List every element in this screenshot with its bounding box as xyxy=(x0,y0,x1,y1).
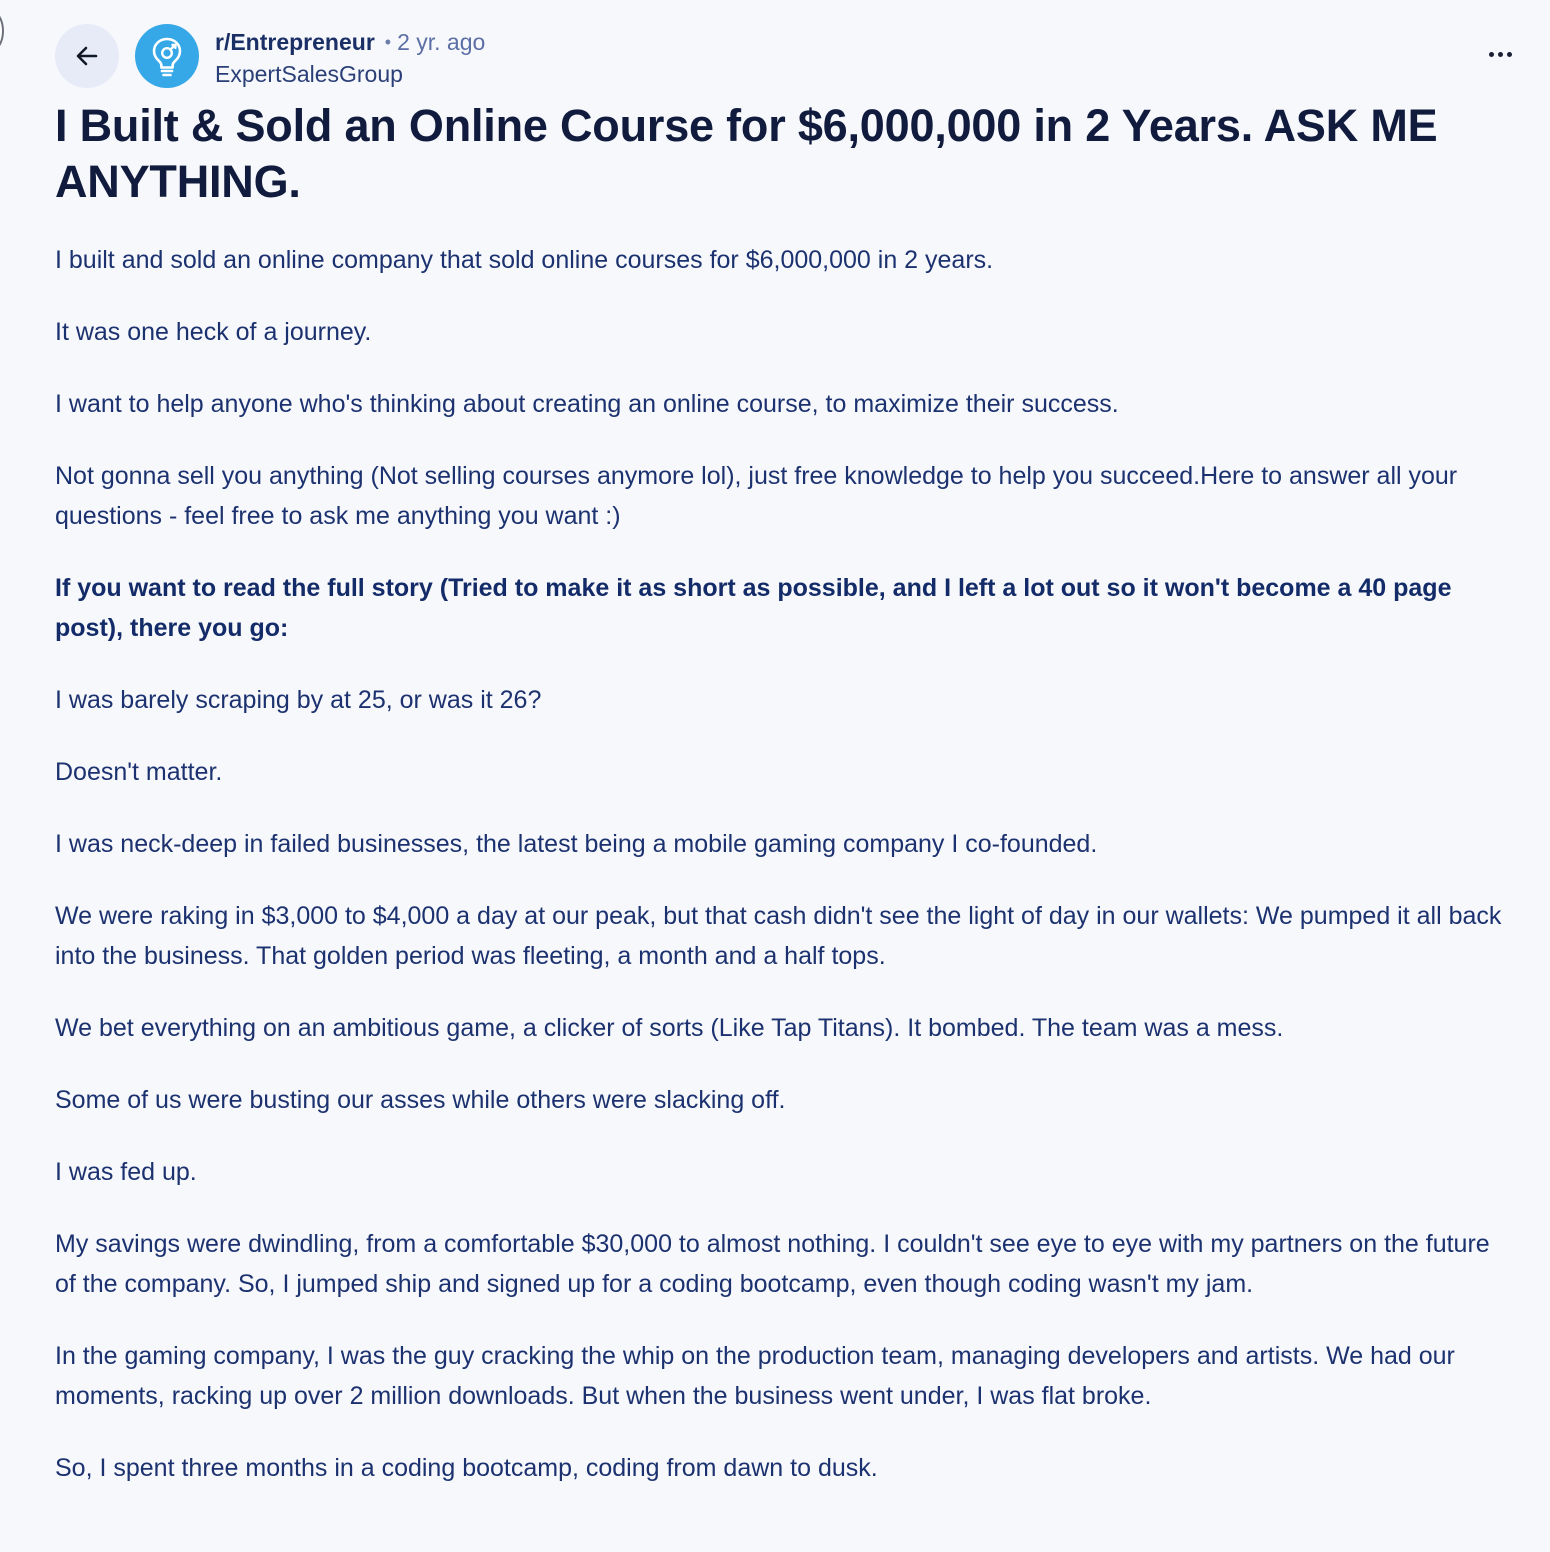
post-paragraph: Doesn't matter. xyxy=(55,758,223,786)
meta-top-line: r/Entrepreneur • 2 yr. ago xyxy=(215,26,915,58)
post-paragraph: So, I spent three months in a coding boo… xyxy=(55,1454,878,1482)
author-link[interactable]: ExpertSalesGroup xyxy=(215,61,403,88)
subreddit-link[interactable]: r/Entrepreneur xyxy=(215,29,375,56)
lightbulb-icon xyxy=(152,37,182,77)
post-meta: r/Entrepreneur • 2 yr. ago ExpertSalesGr… xyxy=(215,26,915,92)
post-paragraph-bold: If you want to read the full story (Trie… xyxy=(55,574,1452,642)
post-paragraph: I was barely scraping by at 25, or was i… xyxy=(55,686,542,714)
post-paragraph: We bet everything on an ambitious game, … xyxy=(55,1014,1284,1042)
meta-author-line: ExpertSalesGroup xyxy=(215,58,915,90)
arrow-left-icon xyxy=(76,46,98,66)
post-paragraph: I was fed up. xyxy=(55,1158,197,1186)
post-paragraph: Not gonna sell you anything (Not selling… xyxy=(55,462,1458,530)
post-paragraph: I was neck-deep in failed businesses, th… xyxy=(55,830,1098,858)
partial-window-control xyxy=(0,10,4,52)
ellipsis-dot-icon xyxy=(1488,51,1494,57)
post-paragraph: I built and sold an online company that … xyxy=(55,246,994,274)
post-paragraph: Some of us were busting our asses while … xyxy=(55,1086,786,1114)
back-button[interactable] xyxy=(55,24,119,88)
post-paragraph: It was one heck of a journey. xyxy=(55,318,372,346)
post-paragraph: My savings were dwindling, from a comfor… xyxy=(55,1230,1490,1298)
meta-separator: • xyxy=(384,31,392,52)
post-time: 2 yr. ago xyxy=(397,28,486,55)
post-body: I built and sold an online company that … xyxy=(55,240,1510,1520)
post-paragraph: I want to help anyone who's thinking abo… xyxy=(55,390,1119,418)
reddit-post-page: r/Entrepreneur • 2 yr. ago ExpertSalesGr… xyxy=(0,0,1550,1552)
post-title: I Built & Sold an Online Course for $6,0… xyxy=(55,100,1438,207)
more-options-button[interactable] xyxy=(1478,36,1522,72)
post-paragraph: In the gaming company, I was the guy cra… xyxy=(55,1342,1455,1410)
post-paragraph: We were raking in $3,000 to $4,000 a day… xyxy=(55,902,1502,970)
subreddit-avatar[interactable] xyxy=(135,24,199,88)
ellipsis-dot-icon xyxy=(1497,51,1503,57)
ellipsis-dot-icon xyxy=(1506,51,1512,57)
